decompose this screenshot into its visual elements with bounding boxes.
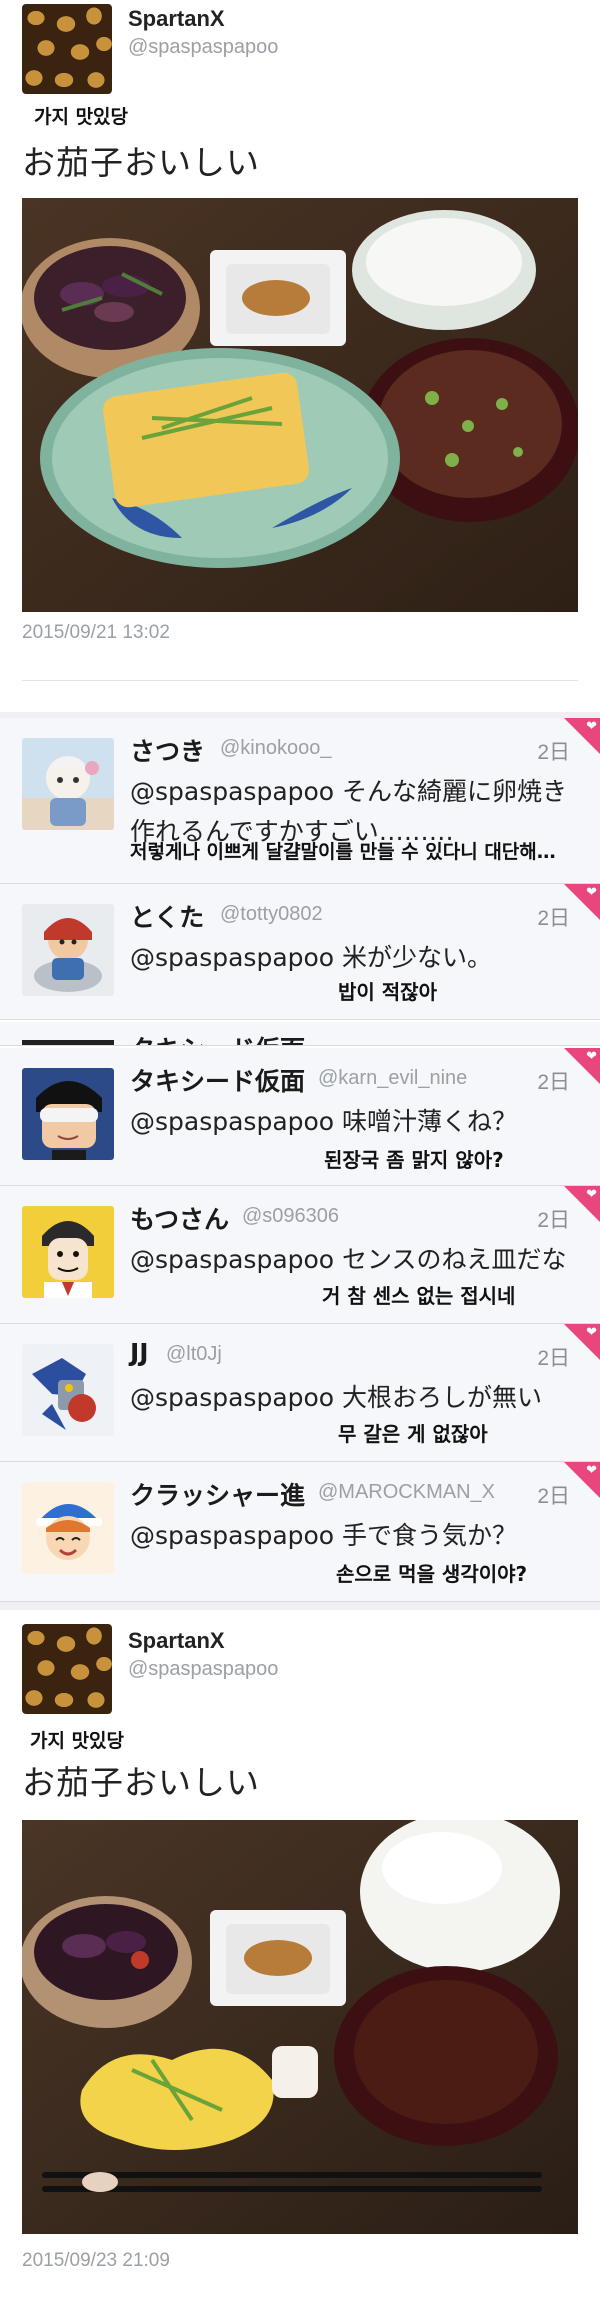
heart-icon: ❤ (586, 1049, 597, 1064)
reply-item[interactable]: タキシード仮面 @karn_evil_nine 2日 @spaspaspapoo… (0, 1048, 600, 1186)
reply-name[interactable]: クラッシャー進 (130, 1476, 305, 1512)
reply-item[interactable]: とくた @totty0802 2日 @spaspaspapoo 米が少ない。 밥… (0, 884, 600, 1020)
heart-icon: ❤ (586, 1463, 597, 1478)
reply-text: @spaspaspapoo 米が少ない。 (130, 943, 493, 972)
anime-girl-avatar[interactable] (22, 738, 114, 830)
heart-icon: ❤ (586, 719, 597, 734)
reply-item-partial[interactable]: タキシード仮面 (0, 1022, 600, 1046)
heart-icon: ❤ (586, 1325, 597, 1340)
reply-translation: 무 갈은 게 없잖아 (338, 1422, 488, 1446)
reply-item[interactable]: クラッシャー進 @MAROCKMAN_X 2日 @spaspaspapoo 手で… (0, 1462, 600, 1602)
meal-photo-icon (22, 198, 578, 612)
reply-handle[interactable]: @s096306 (242, 1205, 339, 1228)
masked-hero-avatar[interactable] (22, 1068, 114, 1160)
reply-item[interactable]: さつき @kinokooo_ 2日 @spaspaspapoo そんな綺麗に卵焼… (0, 718, 600, 884)
reply-translation: 손으로 먹을 생각이야? (336, 1562, 528, 1586)
cap-boy-avatar[interactable] (22, 1482, 114, 1574)
reply-translation: 된장국 좀 맑지 않아? (324, 1148, 504, 1172)
original-tweet[interactable]: SpartanX @spaspaspapoo 가지 맛있당 お茄子おいしい 20… (0, 0, 600, 712)
reply-text: @spaspaspapoo 味噌汁薄くね？ (130, 1107, 518, 1136)
reply-name[interactable]: タキシード仮面 (130, 1062, 305, 1098)
reply-translation: 저렇게나 이쁘게 달걀말이를 만들 수 있다니 대단해… (130, 841, 556, 863)
meal-photo[interactable] (22, 198, 578, 612)
meal-photo-icon (22, 1820, 578, 2234)
tweet-timestamp[interactable]: 2015/09/21 13:02 (22, 622, 170, 644)
giraffe-pattern-avatar[interactable] (22, 1624, 112, 1714)
reply-handle[interactable]: @MAROCKMAN_X (318, 1481, 495, 1504)
user-handle[interactable]: @spaspaspapoo (128, 1658, 278, 1681)
user-handle[interactable]: @spaspaspapoo (128, 36, 278, 59)
meal-photo[interactable] (22, 1820, 578, 2234)
tweet-timestamp[interactable]: 2015/09/23 21:09 (22, 2250, 170, 2272)
section-gap (0, 1602, 600, 1610)
tweet-text: お茄子おいしい (22, 143, 260, 182)
reply-handle[interactable]: @kinokooo_ (220, 737, 331, 760)
giraffe-pattern-avatar[interactable] (22, 4, 112, 94)
reply-name-partial: タキシード仮面 (130, 1030, 305, 1045)
figurine-avatar[interactable] (22, 904, 114, 996)
reply-item[interactable]: もつさん @s096306 2日 @spaspaspapoo センスのねえ皿だな… (0, 1186, 600, 1324)
reply-name[interactable]: JJ (130, 1338, 149, 1367)
reply-item[interactable]: JJ @lt0Jj 2日 @spaspaspapoo 大根おろしが無い 무 갈은… (0, 1324, 600, 1462)
reply-handle[interactable]: @karn_evil_nine (318, 1067, 467, 1090)
divider (22, 680, 578, 681)
avatar-partial (22, 1040, 114, 1045)
reply-text: @spaspaspapoo 大根おろしが無い (130, 1383, 543, 1412)
reply-text: @spaspaspapoo センスのねえ皿だな (130, 1245, 567, 1274)
reply-name[interactable]: とくた (130, 898, 204, 934)
user-display-name[interactable]: SpartanX (128, 6, 225, 32)
reply-handle[interactable]: @totty0802 (220, 903, 323, 926)
robot-avatar[interactable] (22, 1344, 114, 1436)
reply-text: @spaspaspapoo 手で食う気か？ (130, 1521, 518, 1550)
korean-translation-note: 가지 맛있당 (34, 106, 129, 128)
heart-icon: ❤ (586, 885, 597, 900)
tweet-text: お茄子おいしい (22, 1763, 260, 1802)
heart-icon: ❤ (586, 1187, 597, 1202)
manga-man-avatar[interactable] (22, 1206, 114, 1298)
reply-translation: 거 참 센스 없는 접시네 (322, 1284, 516, 1308)
reply-handle[interactable]: @lt0Jj (166, 1343, 222, 1366)
user-display-name[interactable]: SpartanX (128, 1628, 225, 1654)
reply-name[interactable]: さつき (130, 732, 205, 768)
follow-up-tweet[interactable]: SpartanX @spaspaspapoo 가지 맛있당 お茄子おいしい 20… (0, 1610, 600, 2308)
reply-translation: 밥이 적잖아 (338, 980, 437, 1004)
korean-translation-note: 가지 맛있당 (30, 1730, 125, 1752)
reply-name[interactable]: もつさん (130, 1200, 229, 1236)
